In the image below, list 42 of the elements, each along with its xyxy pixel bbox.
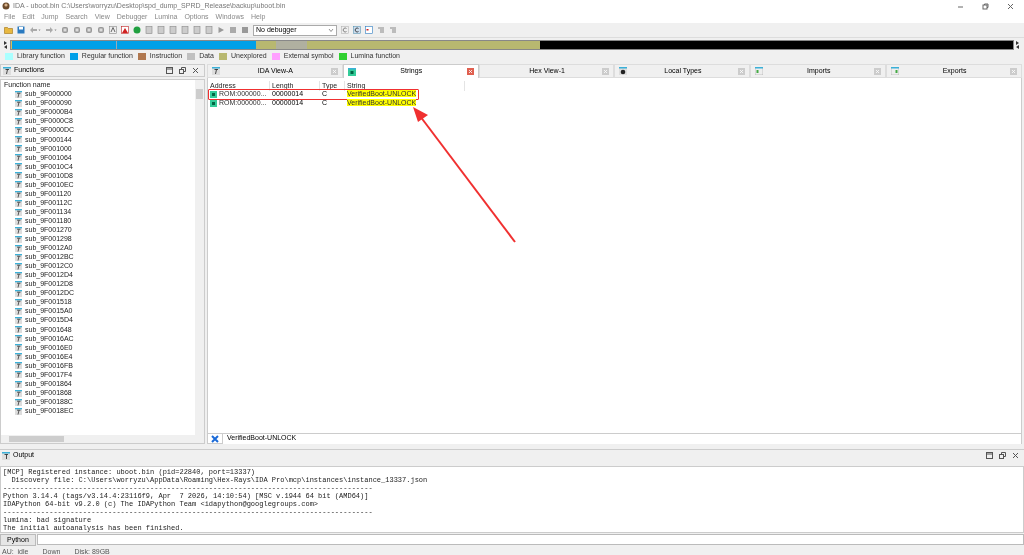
function-icon xyxy=(15,91,22,98)
command-input-field[interactable] xyxy=(36,534,1024,545)
function-icon xyxy=(3,66,11,75)
scroll-arrows-icon[interactable] xyxy=(1016,40,1020,49)
forward-arrow-icon[interactable] xyxy=(45,26,57,34)
tab-icon xyxy=(755,67,764,75)
circle-icon[interactable] xyxy=(133,26,141,34)
tab-close-icon[interactable] xyxy=(466,68,474,75)
folder-icon[interactable] xyxy=(4,26,13,34)
vertical-scrollbar[interactable] xyxy=(195,80,204,435)
restore-icon[interactable] xyxy=(982,2,989,10)
tab-close-icon[interactable] xyxy=(874,67,882,75)
tab-close-icon[interactable] xyxy=(330,67,338,75)
dropdown-caret-icon xyxy=(328,27,334,33)
play-icon[interactable] xyxy=(217,26,225,34)
app-logo-icon xyxy=(2,2,10,10)
tab-icon xyxy=(347,67,356,76)
maximize-icon[interactable] xyxy=(986,452,993,459)
close-icon[interactable] xyxy=(192,67,199,74)
text-icon[interactable] xyxy=(109,26,117,34)
tab-close-icon[interactable] xyxy=(738,67,746,75)
navigation-band[interactable] xyxy=(10,39,1014,50)
close-icon[interactable] xyxy=(1012,452,1019,459)
maximize-icon[interactable] xyxy=(166,67,173,74)
output-icon xyxy=(2,451,10,460)
tab-icon xyxy=(891,67,900,75)
tab-icon xyxy=(619,67,628,75)
close-icon[interactable] xyxy=(1007,2,1014,10)
float-icon[interactable] xyxy=(179,67,186,74)
tab-icon xyxy=(212,67,220,75)
c-icon[interactable] xyxy=(341,26,349,34)
tab-close-icon[interactable] xyxy=(1009,67,1017,75)
float-icon[interactable] xyxy=(999,452,1006,459)
save-icon[interactable] xyxy=(17,26,25,34)
c-icon[interactable] xyxy=(353,26,361,34)
clear-filter-icon[interactable] xyxy=(210,434,220,443)
horizontal-scrollbar[interactable] xyxy=(1,435,204,443)
back-arrow-icon[interactable] xyxy=(29,26,41,34)
scroll-arrows-icon[interactable] xyxy=(4,40,8,49)
function-icon xyxy=(15,281,22,288)
stop-icon[interactable] xyxy=(241,26,249,34)
tab-close-icon[interactable] xyxy=(602,67,610,75)
